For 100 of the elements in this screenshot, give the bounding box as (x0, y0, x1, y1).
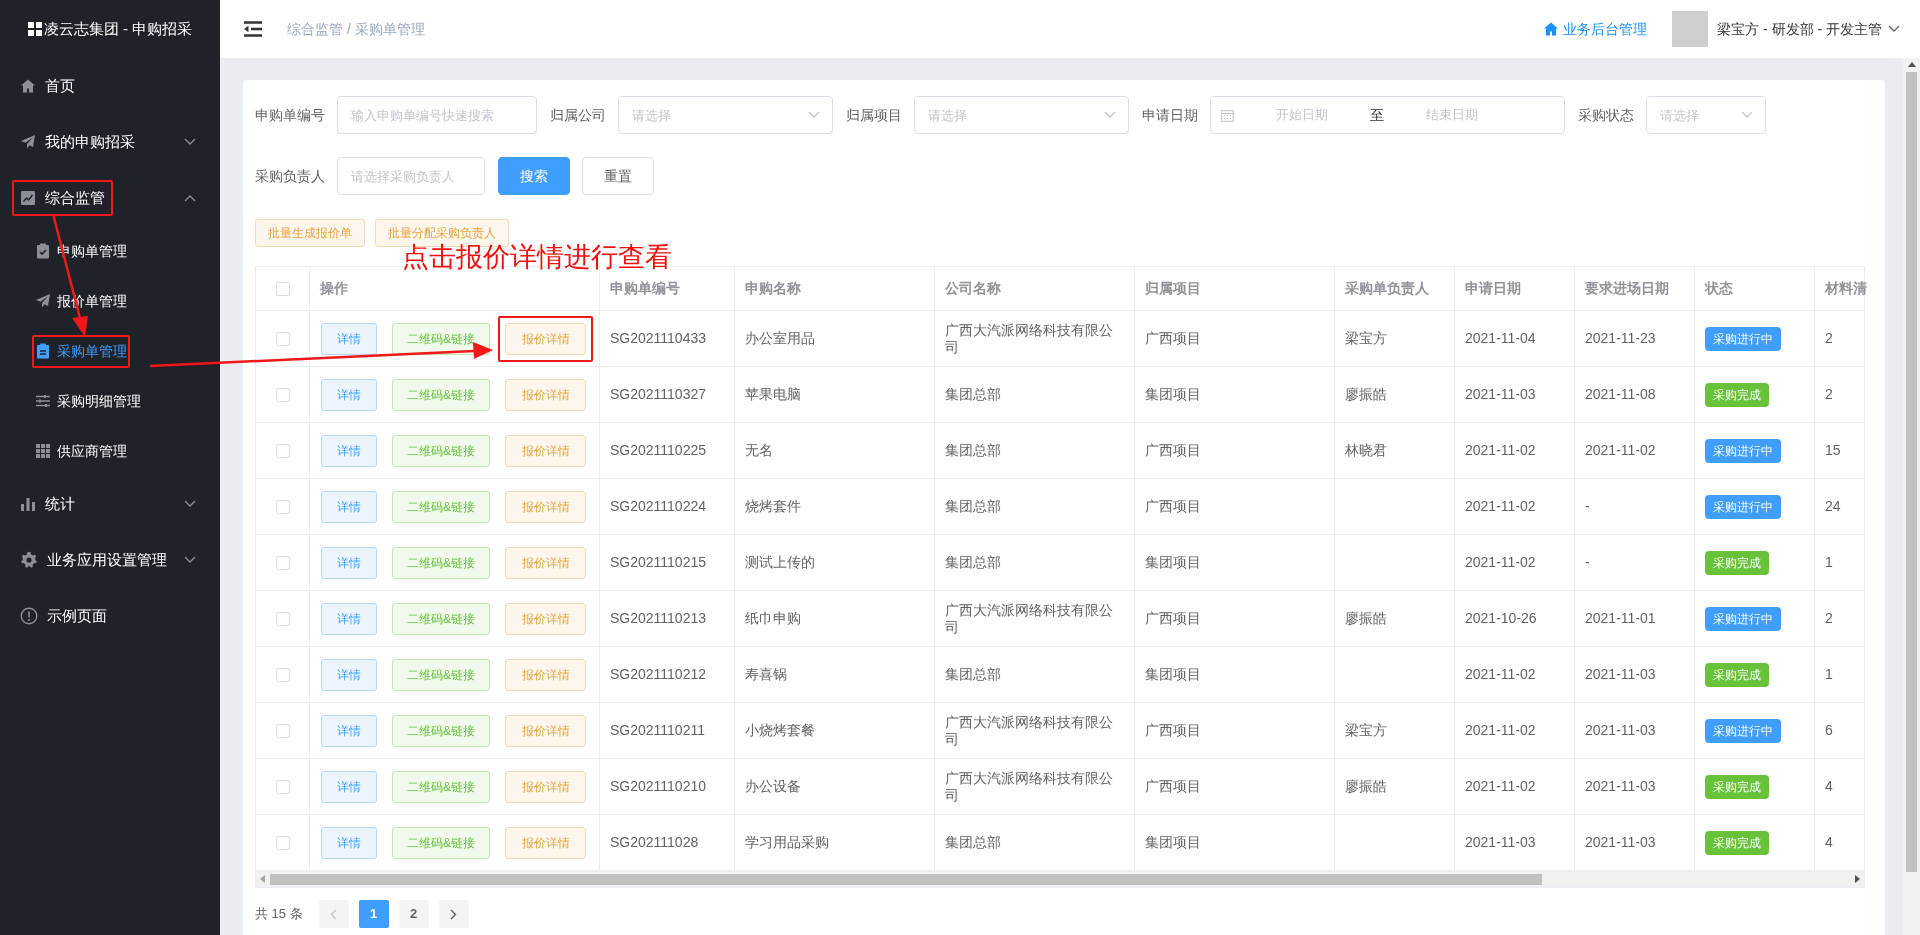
menu-item[interactable]: 我的申购招采 (12, 123, 143, 161)
reset-button[interactable]: 重置 (582, 157, 654, 195)
table-cell: 2021-11-02 (1585, 442, 1656, 459)
qr-link-button[interactable]: 二维码&链接 (392, 322, 490, 355)
vertical-scrollbar[interactable] (1903, 58, 1920, 935)
text-field[interactable]: 输入申购单编号快速搜索 (337, 96, 537, 134)
detail-button[interactable]: 详情 (321, 658, 377, 691)
quote-detail-button[interactable]: 报价详情 (505, 714, 586, 747)
quote-detail-button[interactable]: 报价详情 (505, 378, 586, 411)
text-field[interactable]: 请选择采购负责人 (337, 157, 485, 195)
qr-link-button[interactable]: 二维码&链接 (392, 714, 490, 747)
row-checkbox[interactable] (275, 499, 290, 514)
scroll-left-icon[interactable] (260, 875, 266, 883)
detail-button[interactable]: 详情 (321, 490, 377, 523)
row-checkbox[interactable] (275, 555, 290, 570)
quote-detail-button[interactable]: 报价详情 (505, 658, 586, 691)
scroll-right-icon[interactable] (1854, 875, 1860, 883)
page-button[interactable]: 2 (398, 900, 429, 928)
row-checkbox[interactable] (275, 611, 290, 626)
table-cell: 廖振皓 (1345, 610, 1387, 627)
previous-page-button[interactable] (318, 900, 349, 928)
select-all-checkbox[interactable] (275, 281, 290, 296)
column-header: 归属项目 (1145, 279, 1201, 298)
menu-item[interactable]: 示例页面 (12, 597, 115, 635)
row-checkbox[interactable] (275, 779, 290, 794)
home-icon (20, 78, 36, 94)
detail-button[interactable]: 详情 (321, 714, 377, 747)
submenu-item[interactable]: 采购单管理 (32, 334, 130, 368)
filter-label: 申购单编号 (255, 105, 325, 125)
table-cell: 2021-11-02 (1465, 554, 1536, 571)
chevron-down-icon (1104, 111, 1116, 119)
batch-button[interactable]: 批量生成报价单 (255, 219, 365, 247)
table-cell: 2021-11-03 (1585, 722, 1656, 739)
table-cell: 2021-11-02 (1465, 498, 1536, 515)
qr-link-button[interactable]: 二维码&链接 (392, 770, 490, 803)
scrollbar-thumb[interactable] (270, 873, 1542, 885)
column-header: 材料清 (1825, 279, 1867, 298)
detail-button[interactable]: 详情 (321, 322, 377, 355)
row-checkbox[interactable] (275, 331, 290, 346)
detail-button[interactable]: 详情 (321, 826, 377, 859)
row-checkbox[interactable] (275, 723, 290, 738)
row-checkbox[interactable] (275, 387, 290, 402)
date-range-field[interactable]: 开始日期 至 结束日期 (1210, 96, 1565, 134)
detail-button[interactable]: 详情 (321, 378, 377, 411)
submenu-item[interactable]: 供应商管理 (32, 434, 130, 468)
start-date-input[interactable]: 开始日期 (1242, 105, 1362, 125)
menu-item[interactable]: 综合监管 (12, 179, 113, 217)
detail-button[interactable]: 详情 (321, 434, 377, 467)
user-name[interactable]: 梁宝方 - 研发部 - 开发主管 (1717, 18, 1882, 40)
qr-link-button[interactable]: 二维码&链接 (392, 434, 490, 467)
row-checkbox[interactable] (275, 443, 290, 458)
submenu-item[interactable]: 采购明细管理 (32, 384, 144, 418)
quote-detail-button[interactable]: 报价详情 (505, 490, 586, 523)
quote-detail-button[interactable]: 报价详情 (505, 602, 586, 635)
table-cell: 2021-11-02 (1465, 666, 1536, 683)
menu-item[interactable]: 统计 (12, 485, 83, 523)
quote-detail-button[interactable]: 报价详情 (505, 770, 586, 803)
table-cell: 2021-11-02 (1465, 722, 1536, 739)
qr-link-button[interactable]: 二维码&链接 (392, 658, 490, 691)
qr-link-button[interactable]: 二维码&链接 (392, 602, 490, 635)
scrollbar-thumb[interactable] (1906, 72, 1917, 872)
qr-link-button[interactable]: 二维码&链接 (392, 826, 490, 859)
table-cell: 集团总部 (945, 666, 1001, 683)
row-checkbox[interactable] (275, 835, 290, 850)
qr-link-button[interactable]: 二维码&链接 (392, 546, 490, 579)
next-page-button[interactable] (438, 900, 469, 928)
detail-button[interactable]: 详情 (321, 546, 377, 579)
chevron-down-icon (1888, 25, 1900, 33)
row-checkbox[interactable] (275, 667, 290, 682)
qr-link-button[interactable]: 二维码&链接 (392, 378, 490, 411)
quote-detail-button[interactable]: 报价详情 (505, 546, 586, 579)
page-button[interactable]: 1 (358, 900, 389, 928)
filter-label: 归属公司 (550, 105, 606, 125)
table-cell: 2021-11-01 (1585, 610, 1656, 627)
table-cell: 2021-10-26 (1465, 610, 1537, 627)
scroll-up-icon[interactable] (1907, 62, 1916, 68)
calendar-icon (1221, 108, 1234, 122)
table-cell: 4 (1825, 778, 1833, 795)
status-tag: 采购完成 (1705, 550, 1769, 575)
detail-button[interactable]: 详情 (321, 602, 377, 635)
menu-item[interactable]: 业务应用设置管理 (12, 541, 175, 579)
quote-detail-button[interactable]: 报价详情 (505, 434, 586, 467)
search-button[interactable]: 搜索 (498, 157, 570, 195)
backend-link[interactable]: 业务后台管理 (1543, 18, 1648, 40)
quote-detail-button[interactable]: 报价详情 (505, 826, 586, 859)
quote-detail-button[interactable]: 报价详情 (505, 322, 586, 355)
table-cell: 廖振皓 (1345, 778, 1387, 795)
qr-link-button[interactable]: 二维码&链接 (392, 490, 490, 523)
filter-label: 归属项目 (846, 105, 902, 125)
menu-item[interactable]: 首页 (12, 67, 83, 105)
total-count: 共 15 条 (255, 905, 303, 924)
detail-button[interactable]: 详情 (321, 770, 377, 803)
select-field[interactable]: 请选择 (1646, 96, 1766, 134)
end-date-input[interactable]: 结束日期 (1392, 105, 1512, 125)
clipboard-icon (35, 343, 51, 359)
table-cell: SG2021110210 (610, 778, 706, 795)
horizontal-scrollbar[interactable] (256, 871, 1864, 887)
select-field[interactable]: 请选择 (914, 96, 1129, 134)
select-field[interactable]: 请选择 (618, 96, 833, 134)
menu-icon[interactable] (243, 21, 263, 37)
